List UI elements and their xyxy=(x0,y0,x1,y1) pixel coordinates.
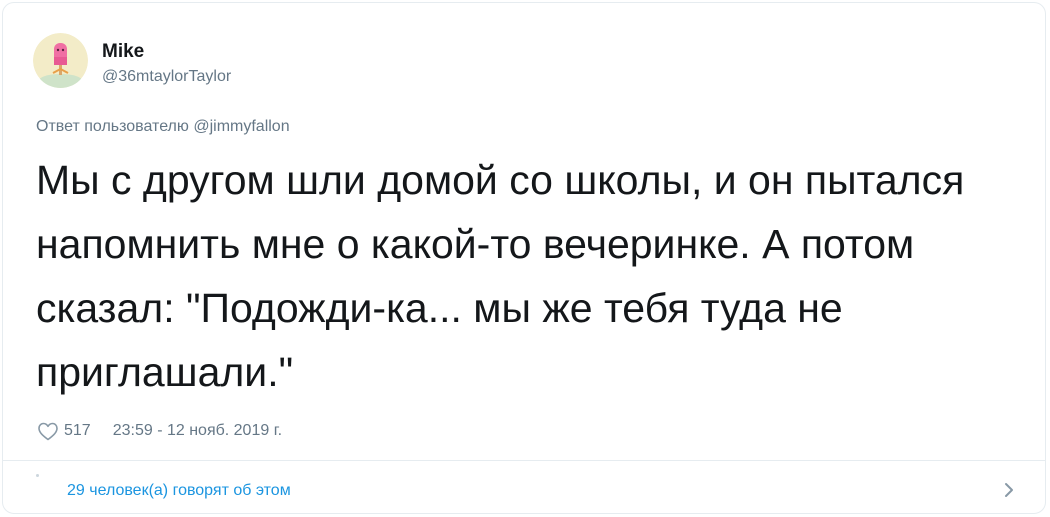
chevron-right-icon[interactable] xyxy=(1000,478,1018,502)
reply-prefix: Ответ пользователю xyxy=(36,118,189,135)
tweet-meta: 517 23:59 - 12 нояб. 2019 г. xyxy=(36,419,282,443)
display-name[interactable]: Mike xyxy=(102,41,144,63)
heart-icon xyxy=(38,422,58,441)
popsicle-avatar-icon xyxy=(33,33,88,88)
conversation-link[interactable]: 29 человек(а) говорят об этом xyxy=(67,481,291,501)
decorative-dot xyxy=(36,474,39,477)
divider xyxy=(3,460,1045,461)
tweet-timestamp[interactable]: 23:59 - 12 нояб. 2019 г. xyxy=(113,422,282,440)
user-handle[interactable]: @36mtaylorTaylor xyxy=(102,67,231,87)
tweet-text: Мы с другом шли домой со школы, и он пыт… xyxy=(36,157,965,395)
reply-context: Ответ пользователю @jimmyfallon xyxy=(36,117,290,137)
like-count: 517 xyxy=(64,422,91,439)
like-button[interactable]: 517 xyxy=(36,419,113,443)
tweet-card: Mike @36mtaylorTaylor Ответ пользователю… xyxy=(2,2,1046,514)
avatar[interactable] xyxy=(33,33,88,88)
reply-mention-link[interactable]: @jimmyfallon xyxy=(193,118,289,135)
